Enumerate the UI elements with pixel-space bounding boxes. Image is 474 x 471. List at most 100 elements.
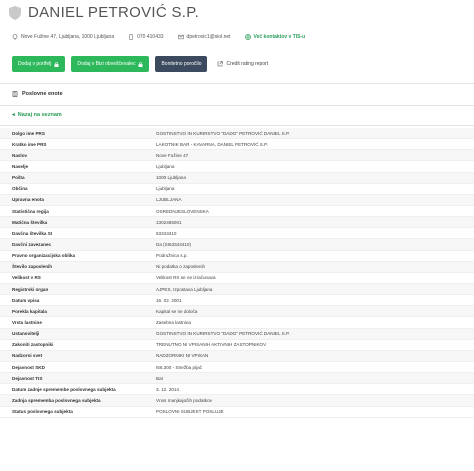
detail-value: Kapital se ne določa (156, 308, 198, 314)
company-title: DANIEL PETROVIĆ S.P. (28, 4, 200, 21)
arrow-left-icon: ◂ (12, 112, 15, 118)
details-row: Porekla kapitala Kapital se ne določa (0, 306, 474, 318)
detail-value: NADZORNIKI NI VPISAN (156, 353, 209, 359)
company-header: DANIEL PETROVIĆ S.P. Nove Fužine 47, Lju… (0, 0, 474, 84)
detail-value: OSREDNJESLOVENSKA (156, 208, 209, 214)
detail-value: GOSTINSTVO IN KURIRSTVO "DADO" PETROVIĆ … (156, 331, 290, 337)
email-icon (177, 34, 184, 40)
details-row: Ustanovitelji GOSTINSTVO IN KURIRSTVO "DA… (0, 328, 474, 340)
detail-value: 16. 02. 2001 (156, 297, 182, 303)
detail-value: 3. 12. 2014 (156, 386, 179, 392)
lock-icon (138, 61, 143, 67)
details-row: Status poslovnega subjekta POSLOVNI SUBJE… (0, 407, 474, 418)
detail-label: Matična številka (12, 219, 48, 225)
detail-value: TRENUTNO NI VPISANIH AKTIVNIH ZASTOPNIKO… (156, 342, 267, 348)
detail-value: POSLOVNI SUBJEKT POSLUJE (156, 409, 224, 415)
details-row: Dejavnost SKD I56.300 - Strežba pijač (0, 362, 474, 374)
detail-label: Status poslovnega subjekta (12, 409, 73, 415)
details-row: Upravna enota LJUBLJANA (0, 194, 474, 206)
phone-item[interactable]: 070 410433 (128, 34, 164, 40)
detail-label: Naselje (12, 163, 29, 169)
contact-info-row: Nove Fužine 47, Ljubljana, 1000 Ljubljan… (12, 34, 319, 40)
detail-label: Kratko ime PRS (12, 141, 47, 147)
credit-rating-label: Credit rating report (226, 61, 269, 67)
detail-label: Dejavnost SKD (12, 364, 45, 370)
back-to-list-label: Nazaj na seznam (17, 112, 62, 118)
details-row: Matična številka 1302485001 (0, 217, 474, 229)
details-row: Naselje Ljubljana (0, 161, 474, 173)
back-to-list-link[interactable]: ◂ Nazaj na seznam (12, 112, 62, 118)
detail-value: Ljubljana (156, 186, 175, 192)
detail-label: Statistična regija (12, 208, 49, 214)
detail-value: Ni podatka o zaposlenih (156, 264, 206, 270)
details-row: Vrsta lastnine Zasebna lastnina (0, 317, 474, 329)
detail-label: Naslov (12, 152, 28, 158)
detail-label: Pošta (12, 175, 25, 181)
add-portfolio-label: Dodaj v portfelj (18, 61, 52, 67)
detail-label: Ustanovitelji (12, 331, 40, 337)
detail-label: Registrski organ (12, 286, 49, 292)
detail-value: LJUBLJANA (156, 197, 182, 203)
business-unit-section: Poslovne enote ◂ Nazaj na seznam Dolgo i… (0, 85, 474, 471)
credit-report-label: Bonitetno poročilo (161, 61, 202, 67)
detail-label: Porekla kapitala (12, 308, 47, 314)
details-row: Davčna številka SI 63343410 (0, 228, 474, 240)
detail-label: Vrsta lastnine (12, 319, 42, 325)
details-row: Pošta 1000 Ljubljana (0, 172, 474, 184)
email-item[interactable]: dpetrovic1@siol.net (177, 34, 231, 40)
detail-label: Dejavnost TIS (12, 375, 43, 381)
details-row: Datum vpisa 16. 02. 2001 (0, 295, 474, 307)
details-row: Velikost v RS Velikost RS se ne izračunav… (0, 273, 474, 284)
detail-value: 63343410 (156, 230, 177, 236)
details-row: Zakoniti zastopniki TRENUTNO NI VPISANIH … (0, 340, 474, 351)
detail-label: Pravno organizacijska oblika (12, 253, 76, 259)
details-row: Naslov Nove Fužine 47 (0, 150, 474, 162)
details-row: Dejavnost TIS Bar (0, 373, 474, 385)
detail-value: LAKOTNIK BAR - KAVARNA, DANIEL PETROVIĆ … (156, 141, 268, 147)
detail-label: Davčna številka SI (12, 230, 53, 236)
location-icon (12, 34, 18, 40)
details-row: Statistična regija OSREDNJESLOVENSKA (0, 206, 474, 218)
lock-icon (54, 61, 59, 67)
divider (0, 125, 474, 126)
details-table: Dolgo ime PRS GOSTINSTVO IN KURIRSTVO "DA… (0, 128, 474, 418)
credit-report-button[interactable]: Bonitetno poročilo (155, 56, 208, 72)
address-text: Nove Fužine 47, Ljubljana, 1000 Ljubljan… (21, 34, 115, 40)
add-notifier-button[interactable]: Dodaj v Bizi obveščevalec (71, 56, 150, 72)
detail-value: Ljubljana (156, 163, 175, 169)
detail-value: AJPES, Izpostava Ljubljana (156, 286, 213, 292)
address-item: Nove Fužine 47, Ljubljana, 1000 Ljubljan… (12, 34, 114, 40)
details-row: Datum zadnje spremembe poslovnega subjek… (0, 384, 474, 396)
detail-label: Davčni zavezanec (12, 241, 52, 247)
detail-label: Velikost v RS (12, 275, 41, 281)
phone-icon (129, 34, 133, 40)
detail-value: Vnos manjkajočih podatkov (156, 397, 212, 403)
add-portfolio-button[interactable]: Dodaj v portfelj (12, 56, 66, 72)
section-title: Poslovne enote (22, 91, 63, 97)
action-buttons: Dodaj v portfelj Dodaj v Bizi obveščeval… (12, 56, 268, 72)
details-row: Dolgo ime PRS GOSTINSTVO IN KURIRSTVO "DA… (0, 128, 474, 140)
detail-value: I56.300 - Strežba pijač (156, 364, 202, 370)
detail-label: Dolgo ime PRS (12, 130, 45, 136)
globe-icon (244, 34, 251, 40)
more-contacts-item[interactable]: Več kontaktov v TIS-u (244, 34, 306, 40)
divider (0, 105, 474, 106)
detail-value: Da (SI63343410) (156, 241, 191, 247)
title-row: DANIEL PETROVIĆ S.P. (9, 4, 199, 21)
detail-value: Podružnica s.p. (156, 253, 188, 259)
detail-label: Zakoniti zastopniki (12, 342, 54, 348)
details-row: Zadnja sprememba poslovnega subjekta Vnos… (0, 395, 474, 407)
detail-value: 1302485001 (156, 219, 182, 225)
section-header: Poslovne enote (12, 91, 63, 97)
detail-value: Nove Fužine 47 (156, 152, 189, 158)
detail-label: Datum zadnje spremembe poslovnega subjek… (12, 386, 116, 392)
detail-value: GOSTINSTVO IN KURIRSTVO "DADO" PETROVIĆ … (156, 130, 290, 136)
email-text: dpetrovic1@siol.net (186, 34, 231, 40)
credit-rating-link[interactable]: Credit rating report (217, 61, 268, 67)
external-link-icon (218, 61, 224, 67)
detail-value: 1000 Ljubljana (156, 175, 186, 181)
detail-value: Zasebna lastnina (156, 319, 191, 325)
more-contacts-link[interactable]: Več kontaktov v TIS-u (254, 34, 306, 40)
detail-label: Datum vpisa (12, 297, 40, 303)
details-row: Registrski organ AJPES, Izpostava Ljublja… (0, 283, 474, 296)
